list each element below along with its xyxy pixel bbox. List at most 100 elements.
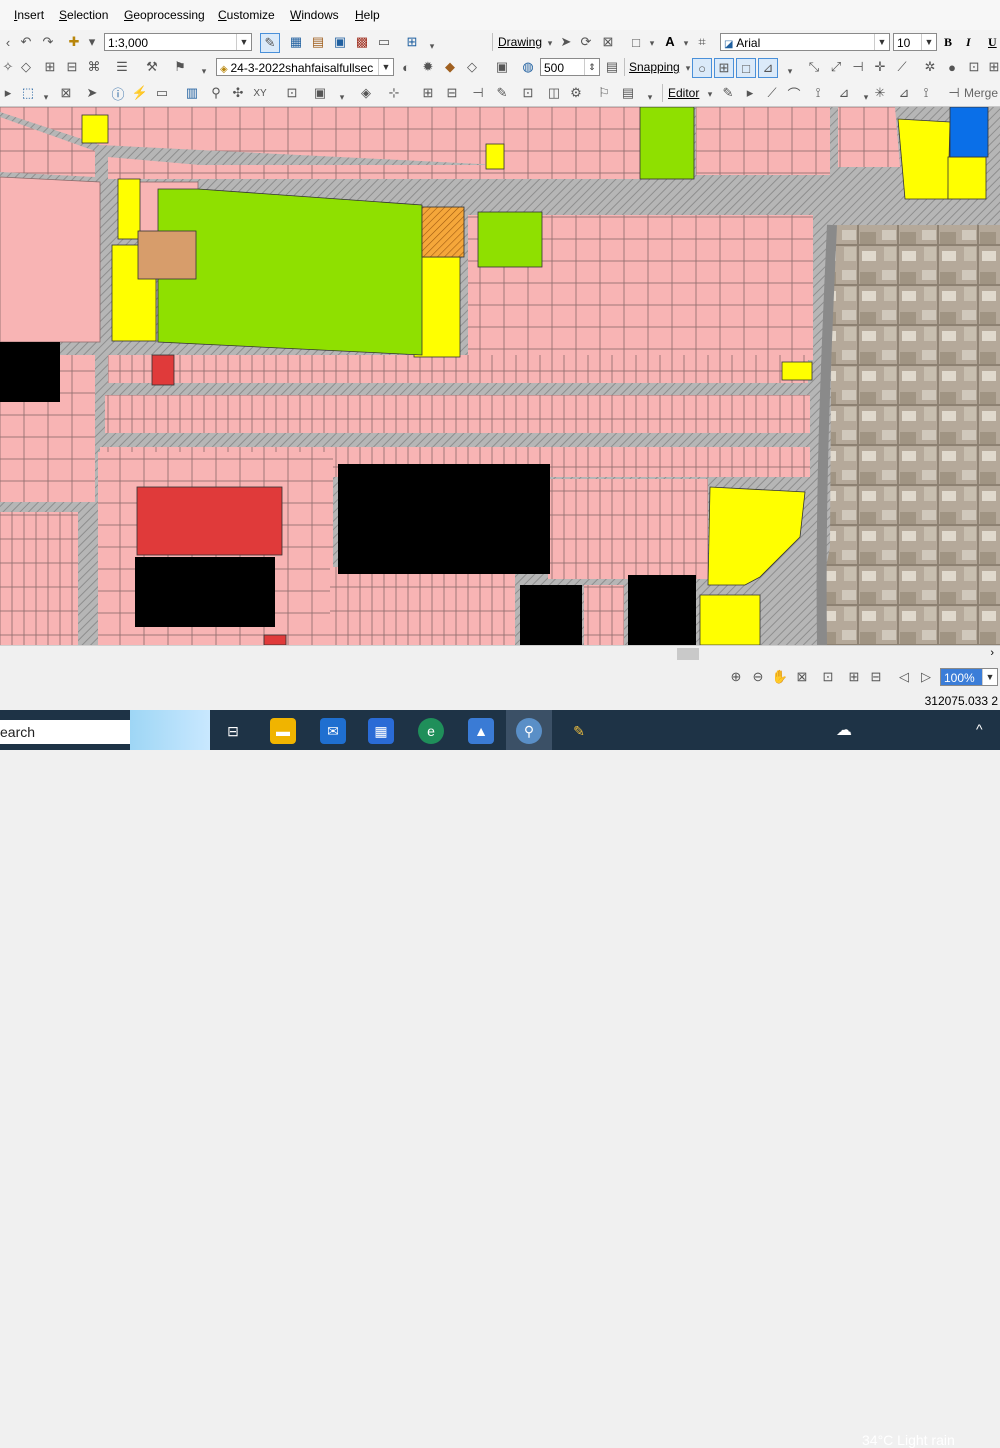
go-to-xy-icon[interactable]: XY xyxy=(252,85,268,101)
geometric-network-icon[interactable]: ⚐ xyxy=(596,85,612,101)
flicker-icon[interactable]: ◇ xyxy=(464,59,480,75)
fix-topology-icon[interactable]: ⊟ xyxy=(444,85,460,101)
brightness-icon[interactable]: ✹ xyxy=(420,59,436,75)
weather-text[interactable]: 34°C Light rain xyxy=(862,1432,955,1448)
chevron-down-icon[interactable]: ▼ xyxy=(236,34,251,50)
snapping-menu[interactable]: Snapping xyxy=(629,60,680,74)
edit-annotation-icon[interactable]: ▸ xyxy=(742,85,758,101)
merge-icon[interactable]: ⊣ xyxy=(946,85,962,101)
clear-selection-icon[interactable]: ⊠ xyxy=(58,85,74,101)
bold-button[interactable]: B xyxy=(944,35,952,50)
map-canvas[interactable] xyxy=(0,107,1000,645)
show-hidden-icons-chevron[interactable]: ^ xyxy=(976,721,983,737)
topology-icon[interactable]: ⊞ xyxy=(420,85,436,101)
table-view-icon[interactable]: ⊟ xyxy=(64,59,80,75)
layer-icon[interactable]: ◈ xyxy=(358,85,374,101)
arcmap-icon[interactable]: ⚲ xyxy=(516,718,542,744)
dropdown-arrow-icon[interactable]: ▾ xyxy=(84,34,100,50)
parcel-icon[interactable]: ◫ xyxy=(546,85,562,101)
grid-icon[interactable]: ⊞ xyxy=(42,59,58,75)
chevron-down-icon[interactable]: ▼ xyxy=(982,669,997,685)
link-table-icon[interactable]: ⌘ xyxy=(86,59,102,75)
chevron-down-icon[interactable]: ▾ xyxy=(38,89,54,105)
chevron-down-icon[interactable]: ▼ xyxy=(874,34,889,50)
zoom-percent-dropdown[interactable]: 100% ▼ xyxy=(940,668,998,686)
identity-link-icon[interactable]: ✛ xyxy=(872,59,888,75)
zoom-in-icon[interactable]: ⊕ xyxy=(728,669,744,685)
chevron-down-icon[interactable]: ▼ xyxy=(921,34,936,50)
menu-selection[interactable]: Selection xyxy=(59,8,108,22)
topology-edit-icon[interactable]: ✎ xyxy=(494,85,510,101)
chevron-left-icon[interactable]: ‹ xyxy=(0,34,16,50)
text-tool-icon[interactable]: A xyxy=(662,33,678,49)
paint-icon[interactable]: ✎ xyxy=(566,718,592,744)
tool-icon[interactable]: ⚒ xyxy=(144,59,160,75)
next-extent-icon[interactable]: ▷ xyxy=(918,669,934,685)
chevron-down-icon[interactable]: ▾ xyxy=(644,35,660,51)
edit-vertices-icon[interactable]: ⌗ xyxy=(694,34,710,50)
merge-button[interactable]: Merge xyxy=(964,86,998,100)
point-snapping-icon[interactable]: ○ xyxy=(692,58,712,78)
photos-icon[interactable]: ▲ xyxy=(468,718,494,744)
mail-icon[interactable]: ✉ xyxy=(320,718,346,744)
arctoolbox-icon[interactable]: ▩ xyxy=(354,34,370,50)
attribute-transfer-icon[interactable]: ✲ xyxy=(922,59,938,75)
model-builder-icon[interactable]: ⊞ xyxy=(404,34,420,50)
font-name-dropdown[interactable]: ◪ Arial ▼ xyxy=(720,33,890,51)
taskbar-search-box[interactable]: earch xyxy=(0,720,130,744)
georeference-icon[interactable]: ✧ xyxy=(0,59,16,75)
menu-help[interactable]: Help xyxy=(355,8,380,22)
undo-icon[interactable]: ↶ xyxy=(18,34,34,50)
view-links-icon[interactable]: ⊞ xyxy=(986,59,1000,75)
zoom-out-icon[interactable]: ⊖ xyxy=(750,669,766,685)
circle-icon[interactable]: ● xyxy=(944,59,960,75)
chevron-down-icon[interactable]: ▾ xyxy=(678,35,694,51)
identify-icon[interactable]: ⓘ xyxy=(110,85,126,102)
redo-icon[interactable]: ↷ xyxy=(40,34,56,50)
add-data-icon[interactable]: ✚ xyxy=(66,34,82,50)
map-drawing[interactable] xyxy=(0,107,1000,645)
toolbar-options-icon[interactable]: ▾ xyxy=(196,63,212,79)
straight-segment-icon[interactable]: ⟋ xyxy=(764,85,780,101)
zoom-100-icon[interactable]: ⊡ xyxy=(820,669,836,685)
edge-match-icon[interactable]: ⟋ xyxy=(894,59,910,75)
zoom-whole-page-icon[interactable]: ⊠ xyxy=(600,34,616,50)
table-icon[interactable]: ▦ xyxy=(288,34,304,50)
menu-insert[interactable]: Insert xyxy=(14,8,44,22)
toolbar-options-icon[interactable]: ▾ xyxy=(642,89,658,105)
georeference-icon[interactable]: ⊹ xyxy=(386,85,402,101)
select-elements-icon[interactable]: ➤ xyxy=(84,85,100,101)
hyperlink-icon[interactable]: ⚡ xyxy=(132,85,148,101)
viewer-window-icon[interactable]: ▣ xyxy=(312,85,328,101)
new-displacement-link-icon[interactable]: ⤢ xyxy=(828,59,844,75)
rotate-icon[interactable]: ⟳ xyxy=(578,34,594,50)
cut-polygons-icon[interactable]: ⟟ xyxy=(918,85,934,101)
toolbar-options-icon[interactable]: ▾ xyxy=(334,89,350,105)
file-explorer-icon[interactable]: ▬ xyxy=(270,718,296,744)
find-route-icon[interactable]: ✣ xyxy=(230,85,246,101)
effects-icon[interactable]: ▣ xyxy=(494,59,510,75)
font-size-dropdown[interactable]: 10 ▼ xyxy=(893,33,937,51)
end-point-arc-icon[interactable]: ⌒ xyxy=(786,85,802,102)
buffer-stepper[interactable]: 500 ⇕ xyxy=(540,58,600,76)
rotate-tool-icon[interactable]: ⊿ xyxy=(896,85,912,101)
chevron-down-icon[interactable]: ▾ xyxy=(702,86,718,102)
split-tool-icon[interactable]: ✳ xyxy=(872,85,888,101)
horizontal-scrollbar[interactable]: › xyxy=(0,645,1000,663)
scale-dropdown[interactable]: 1:3,000 ▼ xyxy=(104,33,252,51)
find-icon[interactable]: ⚲ xyxy=(208,85,224,101)
settings-icon[interactable]: ▤ xyxy=(604,59,620,75)
select-features-icon[interactable]: ⬚ xyxy=(20,85,36,101)
full-extent-icon[interactable]: ⊠ xyxy=(794,669,810,685)
menu-geoprocessing[interactable]: Geoprocessing xyxy=(124,8,205,22)
task-view-icon[interactable]: ⊟ xyxy=(220,718,246,744)
chevron-down-icon[interactable]: ▾ xyxy=(542,35,558,51)
advanced-edit-icon[interactable]: ⚙ xyxy=(568,85,584,101)
fixed-zoom-icon[interactable]: ▸ xyxy=(0,85,16,101)
previous-extent-icon[interactable]: ◁ xyxy=(896,669,912,685)
menu-windows[interactable]: Windows xyxy=(290,8,339,22)
search-window-icon[interactable]: ▣ xyxy=(332,34,348,50)
measure-icon[interactable]: ▥ xyxy=(184,85,200,101)
time-slider-icon[interactable]: ⊡ xyxy=(284,85,300,101)
select-elements-icon[interactable]: ➤ xyxy=(558,34,574,50)
